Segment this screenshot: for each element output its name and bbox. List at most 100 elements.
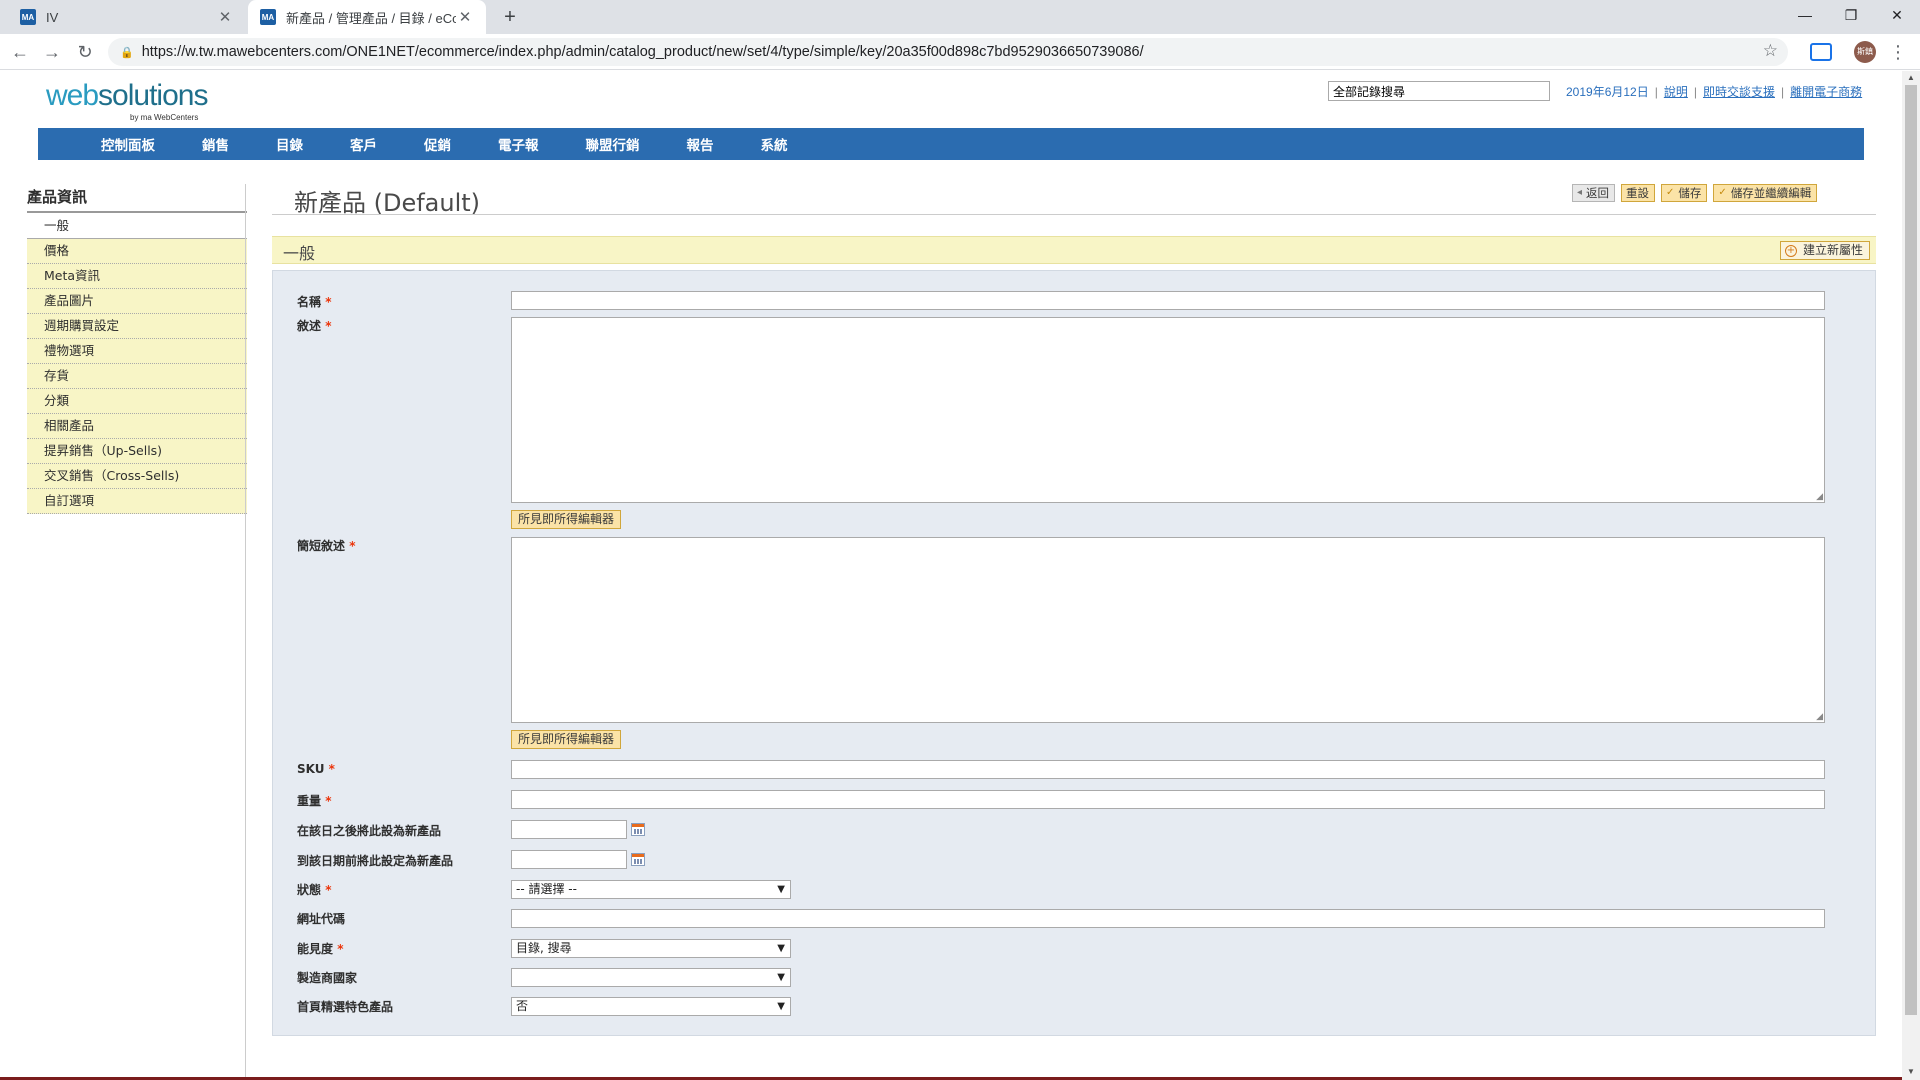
browser-tab-iv[interactable]: MA IV ✕ — [8, 0, 246, 34]
create-new-attribute-button[interactable]: + 建立新屬性 — [1779, 241, 1870, 260]
url-text: https://w.tw.mawebcenters.com/ONE1NET/ec… — [141, 44, 1144, 60]
tab-close-icon[interactable]: ✕ — [216, 8, 234, 26]
calendar-icon[interactable] — [631, 853, 645, 866]
sidebar-item-crosssells[interactable]: 交叉銷售（Cross-Sells) — [27, 464, 247, 489]
country-of-manufacture-select[interactable]: ▼ — [511, 968, 791, 987]
calendar-icon[interactable] — [631, 823, 645, 836]
general-form: 名稱 * 敘述 * ◢ 所見即所得編輯器 簡短敘述 * ◢ 所見即所得編輯器 S… — [272, 270, 1876, 1036]
page-scrollbar[interactable]: ▲ ▼ — [1902, 71, 1920, 1080]
site-favicon-icon: MA — [260, 9, 276, 25]
sku-label: SKU * — [297, 762, 335, 776]
dropdown-arrow-icon: ▼ — [777, 972, 785, 983]
action-buttons: ◂ 返回 重設 ✓ 儲存 ✓ 儲存並繼續編輯 — [1572, 184, 1818, 202]
exit-ecommerce-link[interactable]: 離開電子商務 — [1790, 85, 1862, 99]
nav-affiliate[interactable]: 聯盟行銷 — [586, 134, 640, 154]
live-chat-link[interactable]: 即時交談支援 — [1703, 85, 1775, 99]
news-from-date-label: 在該日之後將此設為新產品 — [297, 824, 442, 838]
check-icon: ✓ — [1666, 187, 1675, 198]
name-input[interactable] — [511, 291, 1825, 310]
dropdown-arrow-icon: ▼ — [777, 1001, 785, 1012]
dropdown-arrow-icon: ▼ — [777, 943, 785, 954]
reload-icon[interactable]: ↻ — [71, 38, 99, 66]
nav-system[interactable]: 系統 — [761, 134, 788, 154]
global-search-input[interactable] — [1328, 81, 1550, 101]
browser-tabbar: MA IV ✕ MA 新產品 / 管理產品 / 目錄 / eCom ✕ + — … — [0, 0, 1920, 34]
nav-newsletter[interactable]: 電子報 — [498, 134, 539, 154]
scroll-up-arrow-icon[interactable]: ▲ — [1906, 73, 1916, 82]
scrollbar-thumb[interactable] — [1905, 85, 1917, 1015]
nav-customers[interactable]: 客戶 — [350, 134, 377, 154]
check-icon: ✓ — [1718, 187, 1727, 198]
news-to-date-input[interactable] — [511, 850, 627, 869]
name-label: 名稱 * — [297, 295, 332, 309]
scroll-down-arrow-icon[interactable]: ▼ — [1906, 1067, 1916, 1076]
websolutions-logo[interactable]: websolutions by ma WebCenters — [46, 79, 208, 122]
window-restore-icon[interactable]: ❐ — [1828, 0, 1874, 30]
help-link[interactable]: 說明 — [1664, 85, 1688, 99]
browser-menu-icon[interactable]: ⋮ — [1888, 38, 1908, 66]
reset-button[interactable]: 重設 — [1621, 184, 1656, 202]
nav-promotions[interactable]: 促銷 — [424, 134, 451, 154]
sidebar-item-inventory[interactable]: 存貨 — [27, 364, 247, 389]
visibility-select[interactable]: 目錄, 搜尋 ▼ — [511, 939, 791, 958]
sidebar-item-custom-options[interactable]: 自訂選項 — [27, 489, 247, 514]
nav-sales[interactable]: 銷售 — [202, 134, 229, 154]
profile-avatar[interactable]: 斯鎮 — [1854, 41, 1876, 63]
news-from-date-input[interactable] — [511, 820, 627, 839]
browser-tab-new-product[interactable]: MA 新產品 / 管理產品 / 目錄 / eCom ✕ — [248, 0, 486, 34]
sidebar-divider — [245, 184, 246, 1080]
sidebar-item-general[interactable]: 一般 — [27, 214, 247, 239]
url-key-label: 網址代碼 — [297, 912, 346, 926]
back-button[interactable]: ◂ 返回 — [1572, 184, 1616, 202]
nav-dashboard[interactable]: 控制面板 — [101, 134, 155, 154]
description-textarea[interactable]: ◢ — [511, 317, 1825, 503]
weight-input[interactable] — [511, 790, 1825, 809]
featured-product-select[interactable]: 否 ▼ — [511, 997, 791, 1016]
nav-catalog[interactable]: 目錄 — [276, 134, 303, 154]
page-viewport: websolutions by ma WebCenters 2019年6月12日… — [0, 71, 1902, 1080]
sidebar-item-images[interactable]: 產品圖片 — [27, 289, 247, 314]
main-nav: 控制面板 銷售 目錄 客戶 促銷 電子報 聯盟行銷 報告 系統 — [38, 128, 1864, 160]
sku-input[interactable] — [511, 760, 1825, 779]
short-description-wysiwyg-button[interactable]: 所見即所得編輯器 — [511, 730, 622, 749]
address-bar[interactable]: 🔒 https://w.tw.mawebcenters.com/ONE1NET/… — [108, 38, 1788, 66]
page-title: 新產品 (Default) — [294, 189, 481, 217]
lock-icon: 🔒 — [120, 46, 134, 59]
sidebar-item-related[interactable]: 相關產品 — [27, 414, 247, 439]
site-favicon-icon: MA — [20, 9, 36, 25]
sidebar-tabs: 一般 價格 Meta資訊 產品圖片 週期購買設定 禮物選項 存貨 分類 相關產品… — [27, 214, 247, 514]
sidebar-item-gift-options[interactable]: 禮物選項 — [27, 339, 247, 364]
weight-label: 重量 * — [297, 794, 332, 808]
description-wysiwyg-button[interactable]: 所見即所得編輯器 — [511, 510, 622, 529]
url-key-input[interactable] — [511, 909, 1825, 928]
sidebar-item-recurring[interactable]: 週期購買設定 — [27, 314, 247, 339]
section-header: 一般 + 建立新屬性 — [272, 236, 1876, 264]
window-minimize-icon[interactable]: — — [1782, 0, 1828, 30]
sidebar-item-categories[interactable]: 分類 — [27, 389, 247, 414]
save-button[interactable]: ✓ 儲存 — [1661, 184, 1708, 202]
sidebar-title: 產品資訊 — [27, 188, 88, 206]
short-description-textarea[interactable]: ◢ — [511, 537, 1825, 723]
tab-title: 新產品 / 管理產品 / 目錄 / eCom — [286, 10, 456, 26]
short-description-label: 簡短敘述 * — [297, 539, 356, 553]
nav-reports[interactable]: 報告 — [687, 134, 714, 154]
resize-grip-icon[interactable]: ◢ — [1816, 492, 1823, 501]
dropdown-arrow-icon: ▼ — [777, 884, 785, 895]
browser-toolbar: ← → ↻ 🔒 https://w.tw.mawebcenters.com/ON… — [0, 34, 1920, 70]
status-select[interactable]: -- 請選擇 -- ▼ — [511, 880, 791, 899]
window-close-icon[interactable]: ✕ — [1874, 0, 1920, 30]
back-arrow-icon: ◂ — [1577, 187, 1583, 198]
star-icon[interactable]: ☆ — [1763, 41, 1778, 61]
sidebar-item-meta[interactable]: Meta資訊 — [27, 264, 247, 289]
status-label: 狀態 * — [297, 883, 332, 897]
extension-icon[interactable] — [1810, 43, 1832, 61]
sidebar-item-price[interactable]: 價格 — [27, 239, 247, 264]
save-and-continue-button[interactable]: ✓ 儲存並繼續編輯 — [1713, 184, 1818, 202]
tab-title: IV — [46, 9, 59, 25]
tab-close-icon[interactable]: ✕ — [456, 8, 474, 26]
arrow-right-icon[interactable]: → — [38, 38, 66, 66]
arrow-left-icon[interactable]: ← — [6, 38, 34, 66]
new-tab-plus-icon[interactable]: + — [498, 5, 522, 29]
resize-grip-icon[interactable]: ◢ — [1816, 712, 1823, 721]
sidebar-item-upsells[interactable]: 提昇銷售（Up-Sells) — [27, 439, 247, 464]
